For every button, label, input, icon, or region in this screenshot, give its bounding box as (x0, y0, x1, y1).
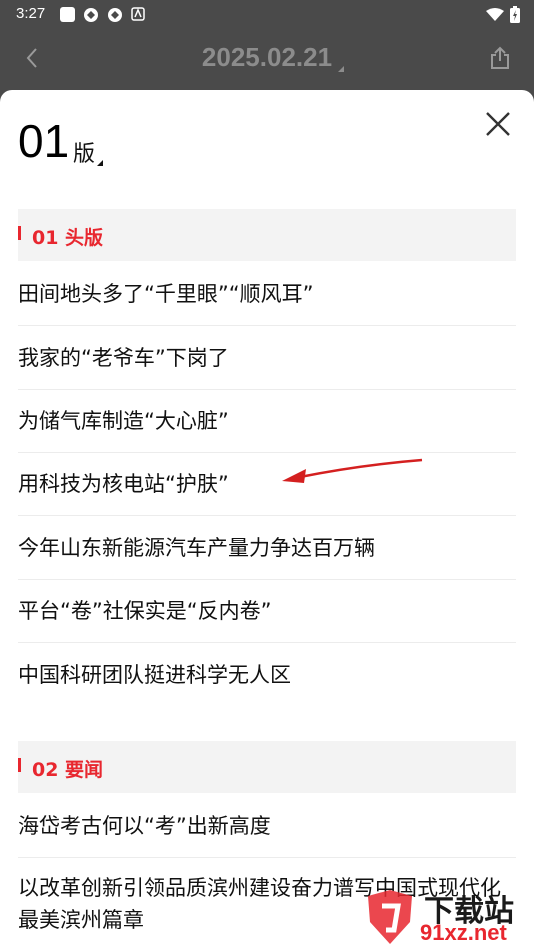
article-title: 为储气库制造“大心脏” (18, 408, 229, 433)
article-item[interactable]: 今年山东新能源汽车产量力争达百万辆 (18, 516, 516, 580)
status-bar: 3:27 (0, 0, 534, 28)
close-button[interactable] (484, 110, 512, 138)
wifi-icon (486, 7, 504, 21)
edition-sheet: 01 版 01 头版 田间地头多了“千里眼”“顺风耳” 我家的“老爷车”下岗了 … (0, 90, 534, 950)
watermark: 下载站 91xz.net (360, 886, 530, 948)
watermark-url: 91xz.net (420, 920, 507, 945)
edition-number[interactable]: 01 (18, 114, 69, 168)
notification-square-icon (60, 7, 75, 22)
article-title: 平台“卷”社保实是“反内卷” (18, 598, 272, 623)
article-title: 田间地头多了“千里眼”“顺风耳” (18, 281, 314, 306)
section-header: 01 头版 (18, 209, 516, 261)
system-status-icons (486, 6, 520, 23)
article-item[interactable]: 用科技为核电站“护肤” (18, 452, 516, 516)
share-button[interactable] (484, 42, 516, 74)
watermark-logo-icon (368, 890, 412, 944)
article-title: 今年山东新能源汽车产量力争达百万辆 (18, 535, 375, 560)
edition-suffix[interactable]: 版 (73, 136, 95, 168)
section-marker (18, 226, 21, 240)
annotation-arrow-icon (282, 458, 423, 483)
article-title: 海岱考古何以“考”出新高度 (18, 813, 271, 838)
app-notification-icon (84, 8, 98, 22)
edition-dropdown-caret-icon (97, 160, 103, 166)
notification-icons (60, 7, 145, 23)
status-time: 3:27 (16, 5, 46, 22)
close-icon (486, 112, 510, 136)
issue-date-selector[interactable]: 2025.02.21 (0, 42, 534, 73)
battery-icon (510, 6, 520, 23)
article-item[interactable]: 海岱考古何以“考”出新高度 (18, 794, 516, 858)
article-item[interactable]: 田间地头多了“千里眼”“顺风耳” (18, 262, 516, 326)
date-dropdown-caret-icon (338, 66, 344, 72)
article-item[interactable]: 平台“卷”社保实是“反内卷” (18, 579, 516, 643)
article-item[interactable]: 我家的“老爷车”下岗了 (18, 326, 516, 390)
section-header: 02 要闻 (18, 741, 516, 793)
section-marker (18, 758, 21, 772)
app-notification-icon (108, 8, 122, 22)
article-title: 我家的“老爷车”下岗了 (18, 345, 229, 370)
section-label: 01 头版 (32, 227, 104, 249)
article-title: 中国科研团队挺进科学无人区 (18, 663, 291, 687)
section-label: 02 要闻 (32, 759, 104, 781)
article-item[interactable]: 为储气库制造“大心脏” (18, 389, 516, 453)
article-item[interactable]: 中国科研团队挺进科学无人区 (18, 643, 516, 707)
top-bar: 2025.02.21 (0, 28, 534, 90)
share-icon (491, 46, 509, 69)
article-title: 用科技为核电站“护肤” (18, 471, 229, 496)
app-notification-icon (131, 7, 145, 21)
